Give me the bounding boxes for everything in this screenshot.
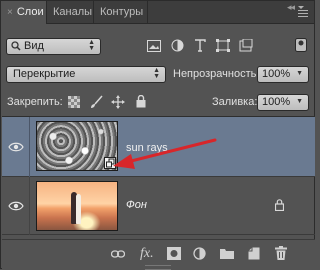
- link-layers-icon[interactable]: [111, 249, 125, 259]
- filter-adjustment-icon[interactable]: [171, 39, 184, 52]
- divider: [29, 117, 30, 177]
- chevron-down-icon: ▼: [296, 70, 303, 77]
- lock-label: Закрепить:: [7, 96, 63, 108]
- visibility-eye-icon[interactable]: [8, 201, 24, 211]
- blend-mode-select[interactable]: Перекрытие ▲ ▼: [6, 66, 166, 83]
- opacity-field[interactable]: 100% ▼: [257, 66, 309, 83]
- collapse-panel-icon[interactable]: ◂◂: [287, 2, 295, 13]
- layer-style-fx-button[interactable]: fx.: [140, 246, 154, 262]
- divider: [29, 177, 30, 235]
- panel-menu-icon[interactable]: [298, 6, 308, 19]
- tab-channels[interactable]: Каналы: [47, 1, 94, 23]
- tab-paths[interactable]: Контуры: [94, 1, 148, 23]
- lock-image-pixels-icon[interactable]: [89, 95, 103, 109]
- filter-shape-icon[interactable]: [216, 39, 230, 52]
- layers-panel: × Слои Каналы Контуры ◂◂ Вид ▲ ▼ Перекрыти…: [0, 0, 315, 270]
- layer-thumbnail-photo[interactable]: [36, 181, 118, 231]
- layer-row-background[interactable]: Фон: [2, 177, 315, 235]
- chevron-down-icon: ▼: [296, 98, 303, 105]
- panel-tab-bar: × Слои Каналы Контуры ◂◂: [1, 1, 314, 24]
- lock-transparent-pixels-icon[interactable]: [68, 96, 80, 108]
- lock-position-icon[interactable]: [111, 95, 125, 109]
- adjustment-layer-icon[interactable]: [193, 247, 206, 260]
- filter-type-icon[interactable]: [194, 39, 206, 52]
- new-group-folder-icon[interactable]: [220, 248, 234, 259]
- fill-field[interactable]: 100% ▼: [257, 94, 309, 111]
- dropdown-arrows-icon: ▲ ▼: [153, 67, 160, 80]
- filter-pixel-icon[interactable]: [147, 40, 161, 52]
- trash-icon[interactable]: [275, 246, 287, 260]
- filter-kind-select[interactable]: Вид ▲ ▼: [6, 38, 101, 55]
- layer-name[interactable]: Фон: [126, 199, 147, 211]
- filter-toggle-icon[interactable]: [295, 38, 307, 52]
- filter-smart-object-icon[interactable]: [239, 39, 253, 52]
- resize-grip[interactable]: [145, 265, 171, 270]
- lock-all-icon[interactable]: [136, 95, 146, 108]
- layer-thumbnail-noise[interactable]: [36, 121, 118, 171]
- add-mask-icon[interactable]: [167, 247, 181, 260]
- dropdown-arrows-icon: ▲ ▼: [88, 39, 95, 52]
- dress-silhouette: [76, 194, 81, 224]
- opacity-label: Непрозрачность:: [173, 68, 260, 80]
- annotation-arrow: [113, 138, 217, 169]
- fill-label: Заливка:: [212, 96, 258, 108]
- search-icon: [11, 41, 21, 51]
- new-layer-icon[interactable]: [248, 247, 260, 260]
- tab-layers[interactable]: × Слои: [1, 1, 47, 24]
- layer-lock-icon[interactable]: [275, 199, 284, 211]
- visibility-eye-icon[interactable]: [8, 142, 24, 152]
- close-icon[interactable]: ×: [7, 7, 13, 18]
